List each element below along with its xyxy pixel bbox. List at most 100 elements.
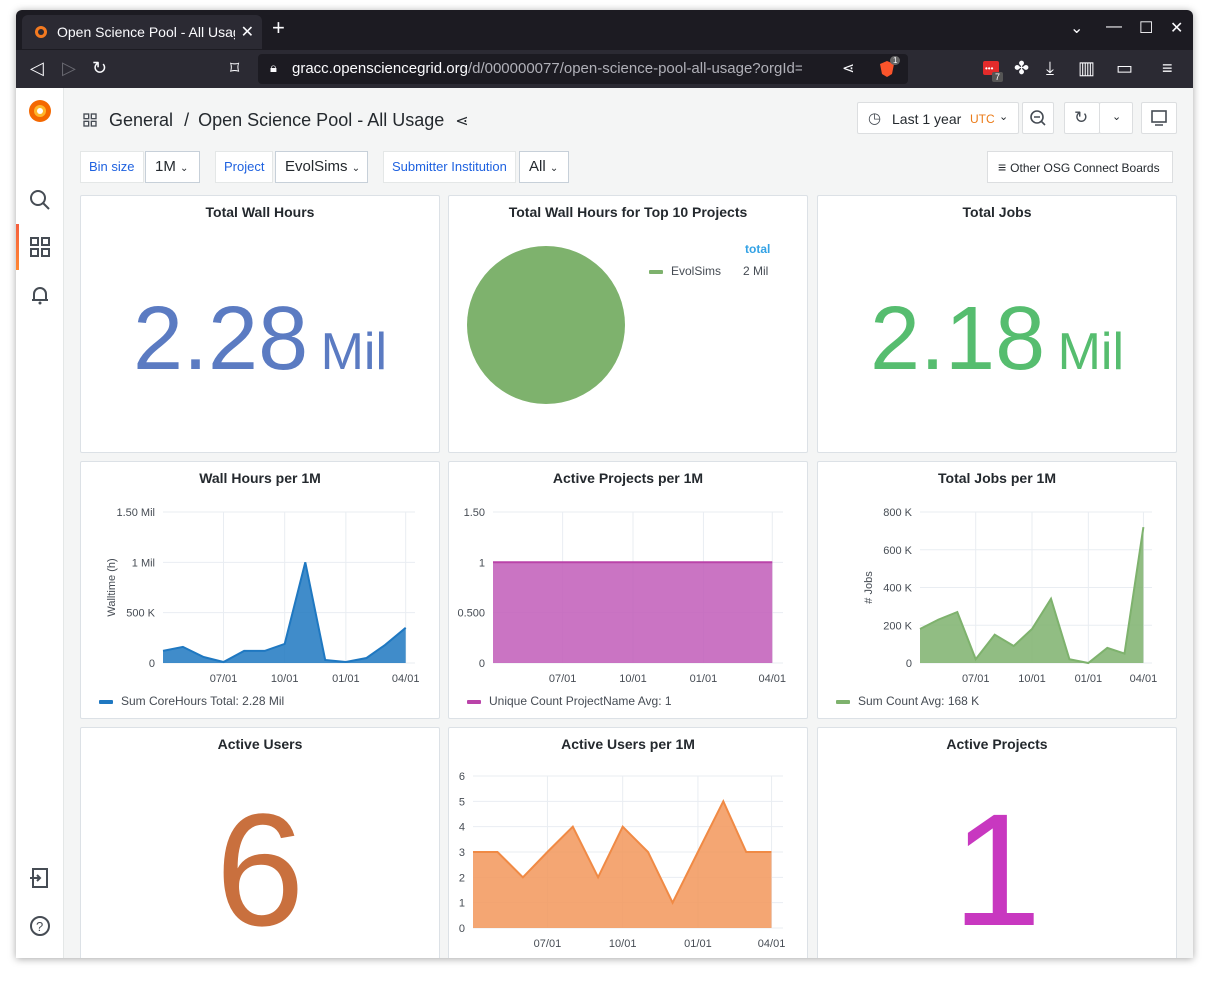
legend-item[interactable]: Unique Count ProjectName Avg: 1: [467, 694, 672, 708]
back-icon[interactable]: ◁: [30, 58, 44, 78]
panel-projects-per[interactable]: Active Projects per 1M 0 0.500 1 1.50 07/01 1…: [448, 461, 808, 719]
url-text: gracc.opensciencegrid.org/d/000000077/op…: [292, 60, 802, 77]
help-icon[interactable]: ?: [28, 914, 52, 938]
page-title[interactable]: Open Science Pool - All Usage: [198, 110, 444, 130]
pie-slice-evolsims[interactable]: [467, 246, 625, 404]
x-tick-label: 10/01: [619, 673, 647, 685]
legend-swatch: [467, 699, 481, 704]
bin-size-select[interactable]: 1M ⌄: [145, 151, 200, 183]
search-icon[interactable]: [28, 188, 52, 212]
x-tick-label: 10/01: [1018, 673, 1046, 685]
share-icon[interactable]: ⋖: [842, 59, 855, 77]
bin-size-label: Bin size: [80, 151, 144, 183]
breadcrumb-folder[interactable]: General: [109, 110, 173, 130]
panel-total-jobs[interactable]: Total Jobs 2.18 Mil: [817, 195, 1177, 453]
x-tick-label: 10/01: [609, 938, 637, 950]
tv-mode-button[interactable]: [1141, 102, 1177, 134]
legend-swatch: [649, 269, 663, 274]
x-tick-label: 07/01: [210, 673, 238, 685]
y-tick-label: 1: [459, 898, 465, 910]
share-dashboard-icon[interactable]: ⋖: [455, 113, 468, 130]
forward-icon[interactable]: ▷: [62, 58, 76, 78]
project-chevron-icon: ⌄: [351, 163, 361, 174]
sign-in-icon[interactable]: [28, 866, 52, 890]
url-host: gracc.opensciencegrid.org: [292, 60, 468, 77]
dashboards-icon[interactable]: [28, 235, 52, 259]
lock-icon: 🔒︎: [270, 60, 277, 75]
refresh-chevron-icon: ⌄: [1112, 111, 1122, 123]
panel-total-wall-hours[interactable]: Total Wall Hours 2.28 Mil: [80, 195, 440, 453]
x-tick-label: 10/01: [271, 673, 299, 685]
reload-icon[interactable]: ↻: [92, 58, 107, 78]
project-select[interactable]: EvolSims ⌄: [275, 151, 368, 183]
y-tick-label: 3: [459, 847, 465, 859]
minimize-icon[interactable]: —: [1106, 18, 1122, 36]
legend-item[interactable]: EvolSims: [649, 264, 721, 278]
download-icon[interactable]: ⤓: [1046, 58, 1054, 78]
time-range: Last 1 year: [892, 111, 962, 127]
wallet-icon[interactable]: ▭: [1116, 58, 1133, 78]
stat-number: 2.18: [869, 289, 1046, 389]
panel-top10-projects[interactable]: Total Wall Hours for Top 10 Projects tot…: [448, 195, 808, 453]
stat-value: 2.28 Mil: [81, 288, 439, 391]
tab-close-icon[interactable]: ✕: [241, 22, 254, 42]
url-path: /d/000000077/open-science-pool-all-usage…: [467, 60, 802, 77]
y-tick-label: 4: [459, 822, 465, 834]
y-axis-label: # Jobs: [863, 571, 875, 604]
legend-item[interactable]: Sum CoreHours Total: 2.28 Mil: [99, 694, 284, 708]
tab-list-chevron-icon[interactable]: ⌄: [1070, 18, 1083, 38]
menu-icon[interactable]: ≡: [1162, 58, 1173, 78]
legend-text: Sum Count Avg: 168 K: [858, 694, 980, 708]
panel-active-projects[interactable]: Active Projects 1: [817, 727, 1177, 958]
grafana-logo-icon[interactable]: [27, 98, 53, 124]
legend-item[interactable]: Sum Count Avg: 168 K: [836, 694, 979, 708]
puzzle-icon[interactable]: ✤: [1014, 58, 1029, 78]
panel-wall-hours-per[interactable]: Wall Hours per 1M 0 500 K1 Mil 1.50 Mil 07/…: [80, 461, 440, 719]
dashboard-grid-icon: [83, 113, 97, 127]
institution-select[interactable]: All ⌄: [519, 151, 569, 183]
x-tick-label: 01/01: [332, 673, 360, 685]
x-tick-label: 01/01: [1075, 673, 1103, 685]
stat-number: 2.28: [132, 289, 309, 389]
grafana-favicon-icon: [35, 26, 47, 38]
bookmark-icon[interactable]: ⌑: [230, 58, 239, 78]
wall-hours-chart: 0 500 K 1 Mil 1.50 Mil 07/01 10/01 01/01 04/01 W…: [106, 507, 419, 685]
browser-tab[interactable]: Open Science Pool - All Usage ✕: [22, 15, 262, 49]
panel-title: Total Wall Hours: [205, 204, 315, 220]
close-window-icon[interactable]: ✕: [1170, 18, 1183, 38]
y-tick-label: 0: [149, 658, 155, 670]
refresh-button[interactable]: ↻: [1064, 102, 1100, 134]
panel-users-per[interactable]: Active Users per 1M 0 1 2 3 4 5 6 07/01 10/01 01/…: [448, 727, 808, 958]
zoom-out-button[interactable]: [1022, 102, 1054, 134]
project-label: Project: [215, 151, 274, 183]
time-picker[interactable]: ◷ Last 1 year UTC ⌄: [857, 102, 1019, 134]
panel-title: Active Projects: [946, 736, 1048, 752]
panel-active-users[interactable]: Active Users 6: [80, 727, 440, 958]
refresh-interval-dropdown[interactable]: ⌄: [1099, 102, 1133, 134]
other-boards-link[interactable]: ≡ Other OSG Connect Boards: [987, 151, 1173, 183]
legend-swatch: [836, 699, 850, 704]
new-tab-button[interactable]: +: [272, 17, 285, 39]
panel-jobs-per[interactable]: Total Jobs per 1M 0 200 K 400 K 600 K 800 K0…: [817, 461, 1177, 719]
maximize-icon[interactable]: ☐: [1139, 18, 1153, 38]
stat-unit: Mil: [320, 323, 388, 381]
y-tick-label: 400 K: [883, 583, 912, 595]
jobs-chart: 0 200 K 400 K 600 K 800 K 07/01 10/01 01/01 04/0…: [863, 507, 1157, 685]
sidebar-toggle-icon[interactable]: ▥: [1078, 58, 1095, 78]
breadcrumb: General / Open Science Pool - All Usage …: [82, 110, 469, 131]
clock-icon: ◷: [868, 110, 882, 127]
url-bar[interactable]: 🔒︎ gracc.opensciencegrid.org/d/000000077…: [258, 54, 908, 84]
time-chevron-icon: ⌄: [999, 111, 1009, 123]
y-axis-label: Walltime (h): [106, 558, 118, 616]
alerting-bell-icon[interactable]: [28, 283, 52, 307]
zoom-out-icon: [1030, 110, 1046, 126]
y-tick-label: 800 K: [883, 507, 912, 519]
y-tick-label: 600 K: [883, 545, 912, 557]
y-tick-label: 1.50: [464, 507, 485, 519]
y-tick-label: 0: [459, 923, 465, 935]
series-area: [493, 562, 773, 663]
x-tick-label: 07/01: [534, 938, 562, 950]
legend-text: Unique Count ProjectName Avg: 1: [489, 694, 672, 708]
stat-value: 2.18 Mil: [818, 288, 1176, 391]
stat-unit: Mil: [1057, 323, 1125, 381]
